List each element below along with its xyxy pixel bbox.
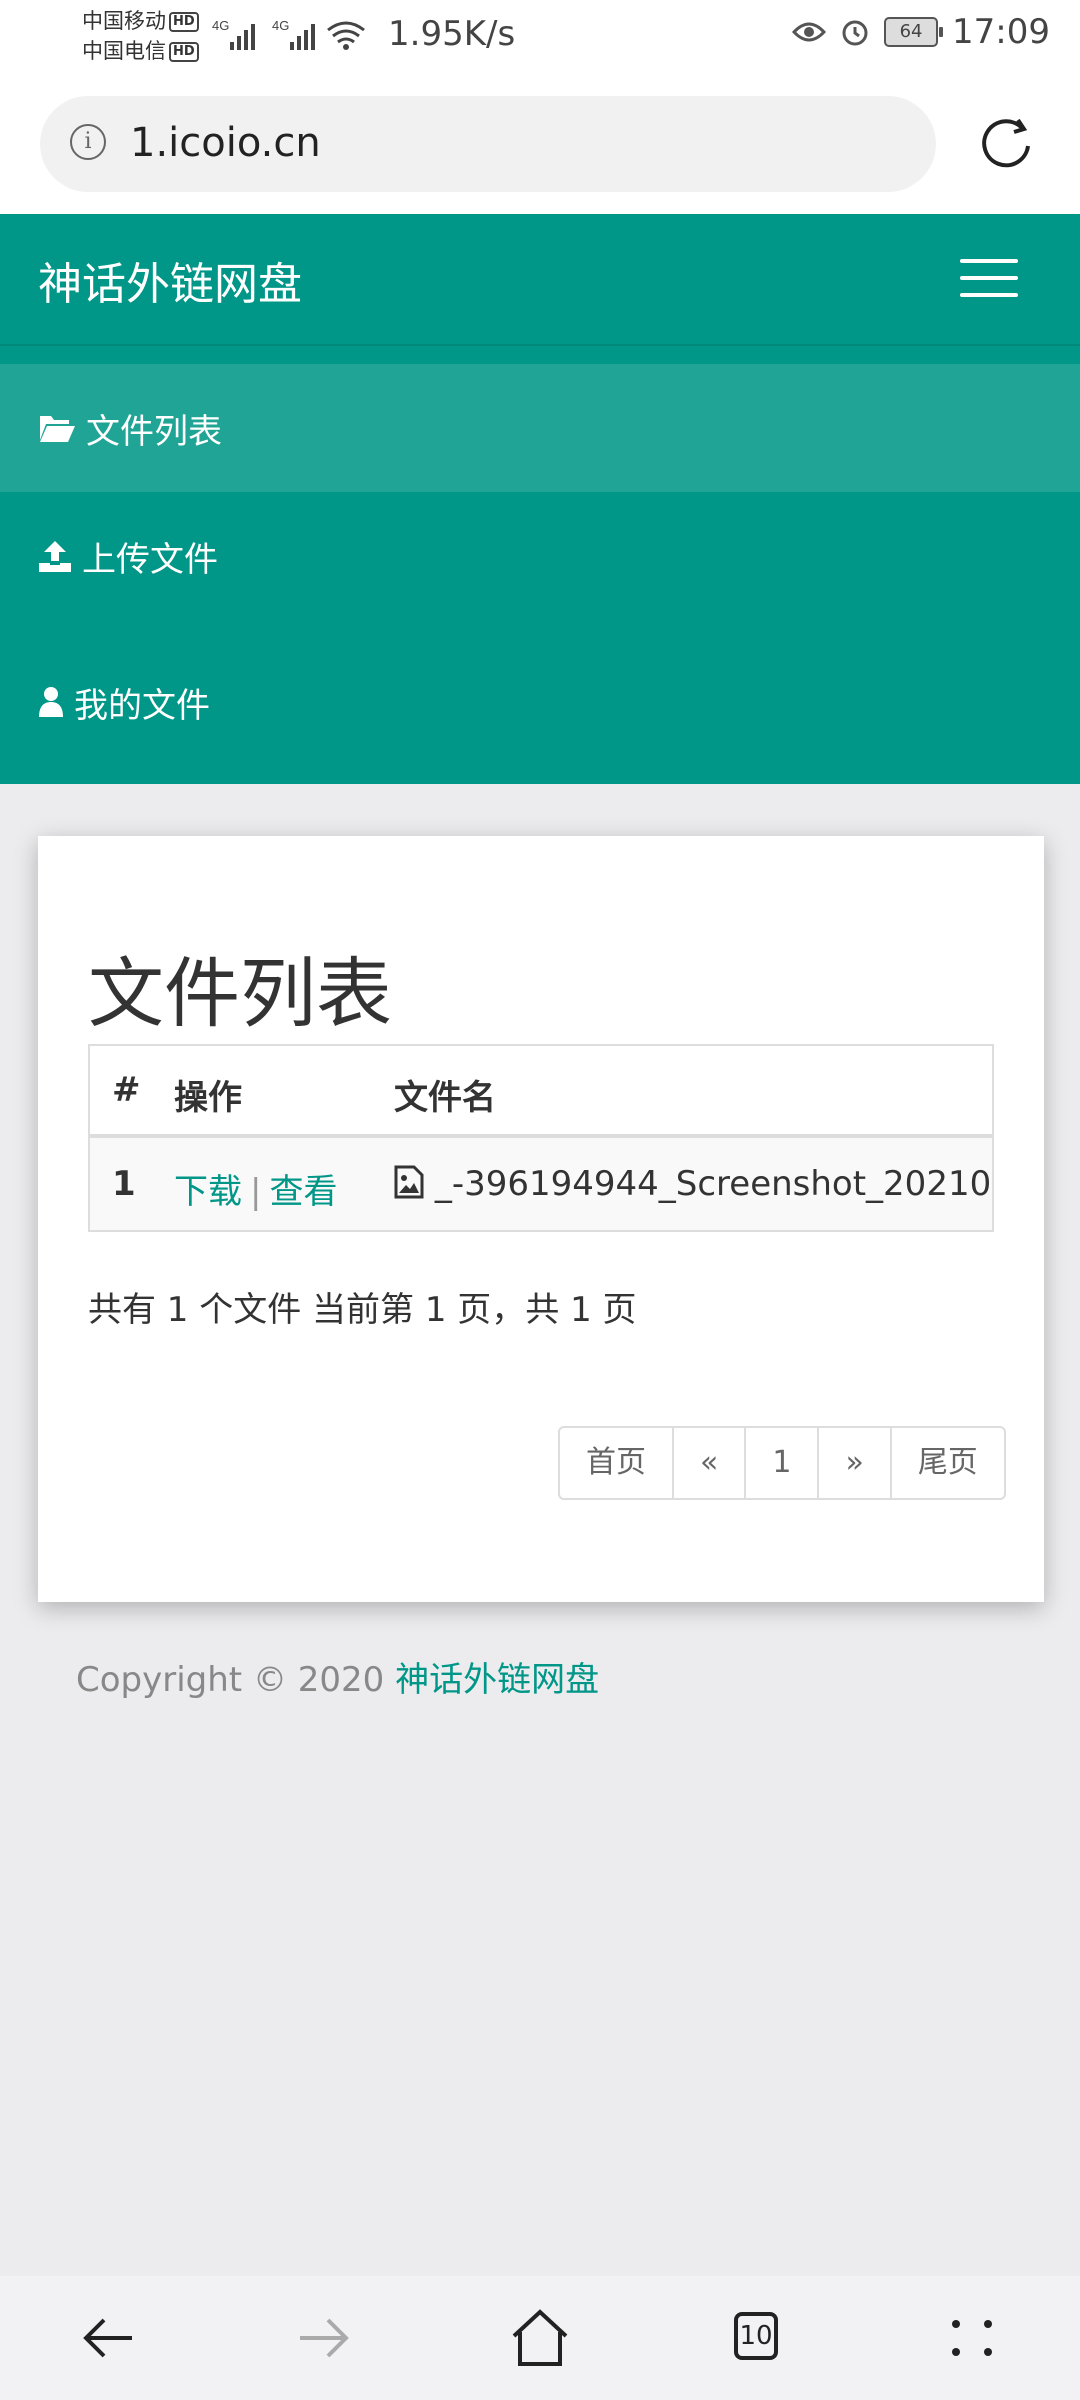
footer-site-link[interactable]: 神话外链网盘 bbox=[395, 1660, 599, 1700]
home-icon[interactable] bbox=[508, 2306, 572, 2370]
site-brand[interactable]: 神话外链网盘 bbox=[38, 248, 302, 312]
download-link[interactable]: 下载 bbox=[174, 1172, 242, 1212]
menu-item-upload[interactable]: 上传文件 bbox=[0, 492, 1080, 620]
info-icon[interactable]: i bbox=[70, 124, 106, 160]
hamburger-line bbox=[960, 276, 1018, 280]
carrier-1: 中国移动 bbox=[82, 9, 166, 33]
site-navbar: 神话外链网盘 bbox=[0, 214, 1080, 346]
menu-item-label: 文件列表 bbox=[86, 411, 222, 452]
tabs-button[interactable]: 10 bbox=[724, 2306, 788, 2370]
menu-item-label: 我的文件 bbox=[74, 685, 210, 726]
copyright-text: Copyright © 2020 bbox=[76, 1660, 396, 1700]
clock: 17:09 bbox=[952, 12, 1050, 52]
action-separator: | bbox=[250, 1172, 262, 1212]
column-header-filename: 文件名 bbox=[394, 1078, 496, 1118]
forward-arrow-icon[interactable] bbox=[292, 2306, 356, 2370]
hd-badge-1: HD bbox=[169, 12, 199, 32]
signal-icon: 4G 4G bbox=[212, 18, 365, 50]
hamburger-line bbox=[960, 259, 1018, 263]
pager-last-button[interactable]: 尾页 bbox=[889, 1428, 1004, 1498]
pager-page-button[interactable]: 1 bbox=[744, 1428, 817, 1498]
url-text[interactable]: 1.icoio.cn bbox=[130, 120, 321, 166]
browser-bottom-nav: 10 bbox=[0, 2276, 1080, 2400]
alarm-icon bbox=[842, 20, 868, 46]
file-summary: 共有 1 个文件 当前第 1 页，共 1 页 bbox=[88, 1290, 637, 1330]
status-bar: 中国移动 HD 中国电信 HD 4G 4G 1.95K/s 64 17:09 bbox=[0, 0, 1080, 74]
pagination: 首页 « 1 » 尾页 bbox=[558, 1426, 1006, 1500]
carrier-2: 中国电信 bbox=[82, 39, 166, 63]
table-header: # 操作 文件名 bbox=[90, 1046, 992, 1138]
filename-text: _-396194944_Screenshot_20210619 bbox=[434, 1164, 994, 1204]
pager-prev-button[interactable]: « bbox=[672, 1428, 744, 1498]
network-speed: 1.95K/s bbox=[388, 14, 516, 54]
hamburger-line bbox=[960, 293, 1018, 297]
column-header-actions: 操作 bbox=[174, 1078, 242, 1118]
menu-item-label: 上传文件 bbox=[82, 539, 218, 580]
pager-first-button[interactable]: 首页 bbox=[560, 1428, 672, 1498]
table-row: 1 下载 | 查看 _-396194944_Screenshot_20210619 bbox=[90, 1138, 994, 1230]
menu-item-file-list[interactable]: 文件列表 bbox=[0, 364, 1080, 492]
copyright: Copyright © 2020 神话外链网盘 bbox=[76, 1652, 599, 1701]
status-right: 64 17:09 bbox=[792, 12, 1050, 52]
carrier-info: 中国移动 HD 中国电信 HD bbox=[82, 6, 199, 66]
hd-badge-2: HD bbox=[169, 42, 199, 62]
menu-item-my-files[interactable]: 我的文件 bbox=[0, 638, 1080, 766]
eye-icon bbox=[792, 22, 827, 42]
row-index: 1 bbox=[112, 1164, 136, 1204]
file-table: # 操作 文件名 1 下载 | 查看 _-396194944_Screenshot_… bbox=[88, 1044, 994, 1232]
row-filename[interactable]: _-396194944_Screenshot_20210619 bbox=[394, 1164, 994, 1204]
browser-address-bar: i 1.icoio.cn bbox=[0, 74, 1080, 214]
upload-icon bbox=[39, 541, 71, 572]
svg-text:4G: 4G bbox=[272, 18, 289, 33]
back-arrow-icon[interactable] bbox=[76, 2306, 140, 2370]
page-title: 文件列表 bbox=[88, 949, 392, 1038]
tab-count: 10 bbox=[734, 2312, 778, 2360]
battery-icon: 64 bbox=[884, 17, 944, 47]
user-icon bbox=[39, 687, 63, 717]
view-link[interactable]: 查看 bbox=[269, 1172, 337, 1212]
file-list-card: 文件列表 # 操作 文件名 1 下载 | 查看 _-396194944_Screen… bbox=[38, 836, 1044, 1602]
image-file-icon bbox=[394, 1165, 424, 1199]
reload-icon[interactable] bbox=[978, 116, 1034, 172]
svg-text:4G: 4G bbox=[212, 18, 229, 33]
column-header-index: # bbox=[112, 1070, 141, 1110]
nav-menu: 文件列表 上传文件 我的文件 bbox=[0, 346, 1080, 784]
menu-toggle-button[interactable] bbox=[960, 259, 1020, 303]
row-actions: 下载 | 查看 bbox=[174, 1164, 337, 1213]
more-icon[interactable] bbox=[940, 2306, 1004, 2370]
url-field[interactable]: i 1.icoio.cn bbox=[40, 96, 936, 192]
folder-open-icon bbox=[40, 416, 75, 442]
pager-next-button[interactable]: » bbox=[817, 1428, 889, 1498]
